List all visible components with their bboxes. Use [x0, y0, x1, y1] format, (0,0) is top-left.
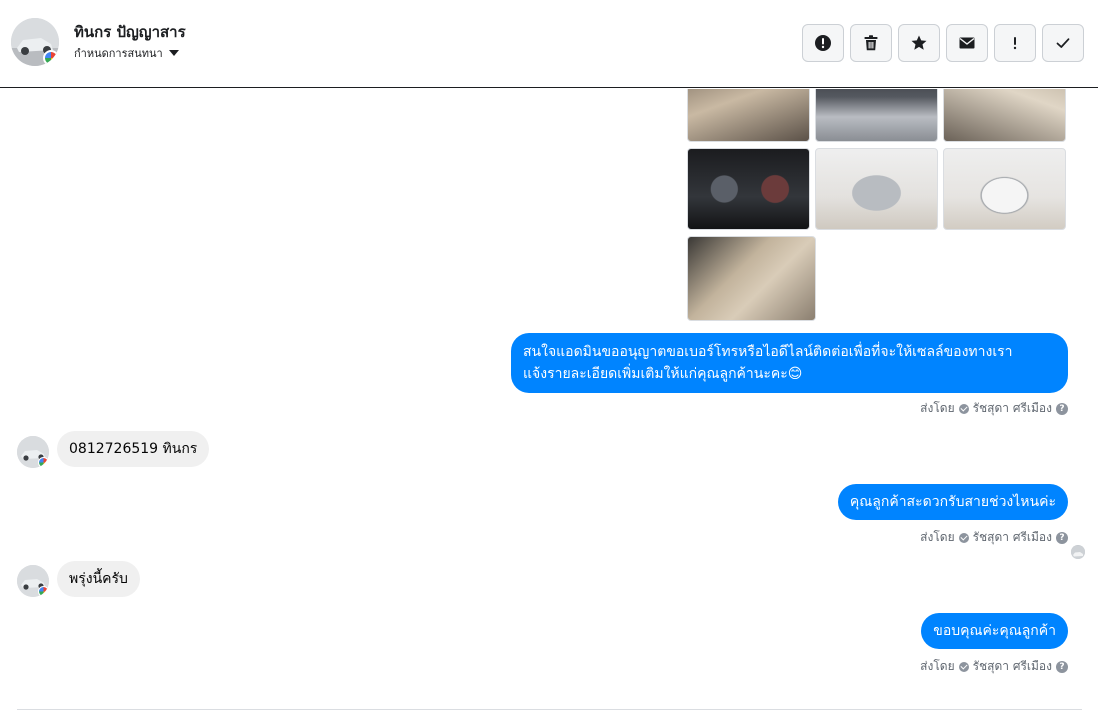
mark-unread-button[interactable]: [946, 24, 988, 62]
verified-check-icon: [958, 403, 969, 414]
car-side-photo[interactable]: [943, 148, 1066, 230]
help-icon[interactable]: ?: [1056, 531, 1068, 544]
verified-check-icon: [958, 661, 969, 672]
check-icon: [1056, 38, 1070, 48]
car-dashboard-photo[interactable]: [687, 148, 810, 230]
sent-by-meta: ส่งโดย รัชสุดา ศรีเมือง ?: [920, 528, 1068, 547]
outgoing-message[interactable]: ขอบคุณค่ะคุณลูกค้า: [921, 613, 1068, 649]
outgoing-message[interactable]: สนใจแอดมินขออนุญาตขอเบอร์โทรหรือไอดีไลน์…: [511, 333, 1068, 393]
caret-down-icon: [168, 50, 179, 56]
mark-done-button[interactable]: [1042, 24, 1084, 62]
alert-circle-icon: [815, 35, 831, 51]
help-icon[interactable]: ?: [1056, 660, 1068, 673]
envelope-icon: [959, 37, 975, 49]
contact-avatar[interactable]: [11, 18, 59, 66]
sent-by-label: ส่งโดย: [920, 401, 955, 415]
assign-label: กำหนดการสนทนา: [74, 47, 163, 60]
sent-by-label: ส่งโดย: [920, 530, 955, 544]
mark-spam-button[interactable]: [802, 24, 844, 62]
verified-check-icon: [958, 532, 969, 543]
outgoing-message[interactable]: คุณลูกค้าสะดวกรับสายช่วงไหนค่ะ: [837, 484, 1068, 520]
delete-button[interactable]: [850, 24, 892, 62]
conversation-actions: [802, 24, 1084, 62]
car-rear-photo[interactable]: [815, 148, 938, 230]
sender-name[interactable]: รัชสุดา ศรีเมือง: [973, 528, 1052, 547]
contact-avatar-small[interactable]: [17, 565, 49, 597]
sent-by-meta: ส่งโดย รัชสุดา ศรีเมือง ?: [920, 657, 1068, 676]
star-icon: [911, 35, 927, 50]
car-interior-photo[interactable]: [687, 89, 810, 142]
assign-conversation-dropdown[interactable]: กำหนดการสนทนา: [74, 44, 179, 62]
sender-name[interactable]: รัชสุดา ศรีเมือง: [973, 657, 1052, 676]
car-engine-photo[interactable]: [815, 89, 938, 142]
help-icon[interactable]: ?: [1056, 402, 1068, 415]
conversation-header: ทินกร ปัญญาสาร กำหนดการสนทนา: [0, 0, 1098, 88]
sender-name[interactable]: รัชสุดา ศรีเมือง: [973, 399, 1052, 418]
platform-badge-icon: [38, 586, 49, 597]
contact-avatar-small[interactable]: [17, 436, 49, 468]
car-gearshift-photo[interactable]: [943, 89, 1066, 142]
exclamation-icon: [1013, 37, 1017, 50]
follow-up-button[interactable]: [994, 24, 1036, 62]
sent-by-label: ส่งโดย: [920, 659, 955, 673]
message-line-2: แจ้งรายละเอียดเพิ่มเติมให้แก่คุณลูกค้านะ…: [523, 366, 803, 382]
message-line-1: สนใจแอดมินขออนุญาตขอเบอร์โทรหรือไอดีไลน์…: [523, 344, 1013, 360]
incoming-message[interactable]: พรุ่งนี้ครับ: [57, 561, 140, 597]
star-button[interactable]: [898, 24, 940, 62]
sent-by-meta: ส่งโดย รัชสุดา ศรีเมือง ?: [920, 399, 1068, 418]
message-thread[interactable]: สนใจแอดมินขออนุญาตขอเบอร์โทรหรือไอดีไลน์…: [0, 89, 1098, 710]
platform-badge-icon: [38, 457, 49, 468]
platform-badge-icon: [43, 50, 59, 66]
seen-receipt-avatar: [1071, 545, 1085, 559]
incoming-message[interactable]: 0812726519 ทินกร: [57, 431, 210, 467]
car-door-photo[interactable]: [687, 236, 816, 321]
trash-icon: [864, 35, 878, 51]
contact-name[interactable]: ทินกร ปัญญาสาร: [74, 20, 186, 44]
